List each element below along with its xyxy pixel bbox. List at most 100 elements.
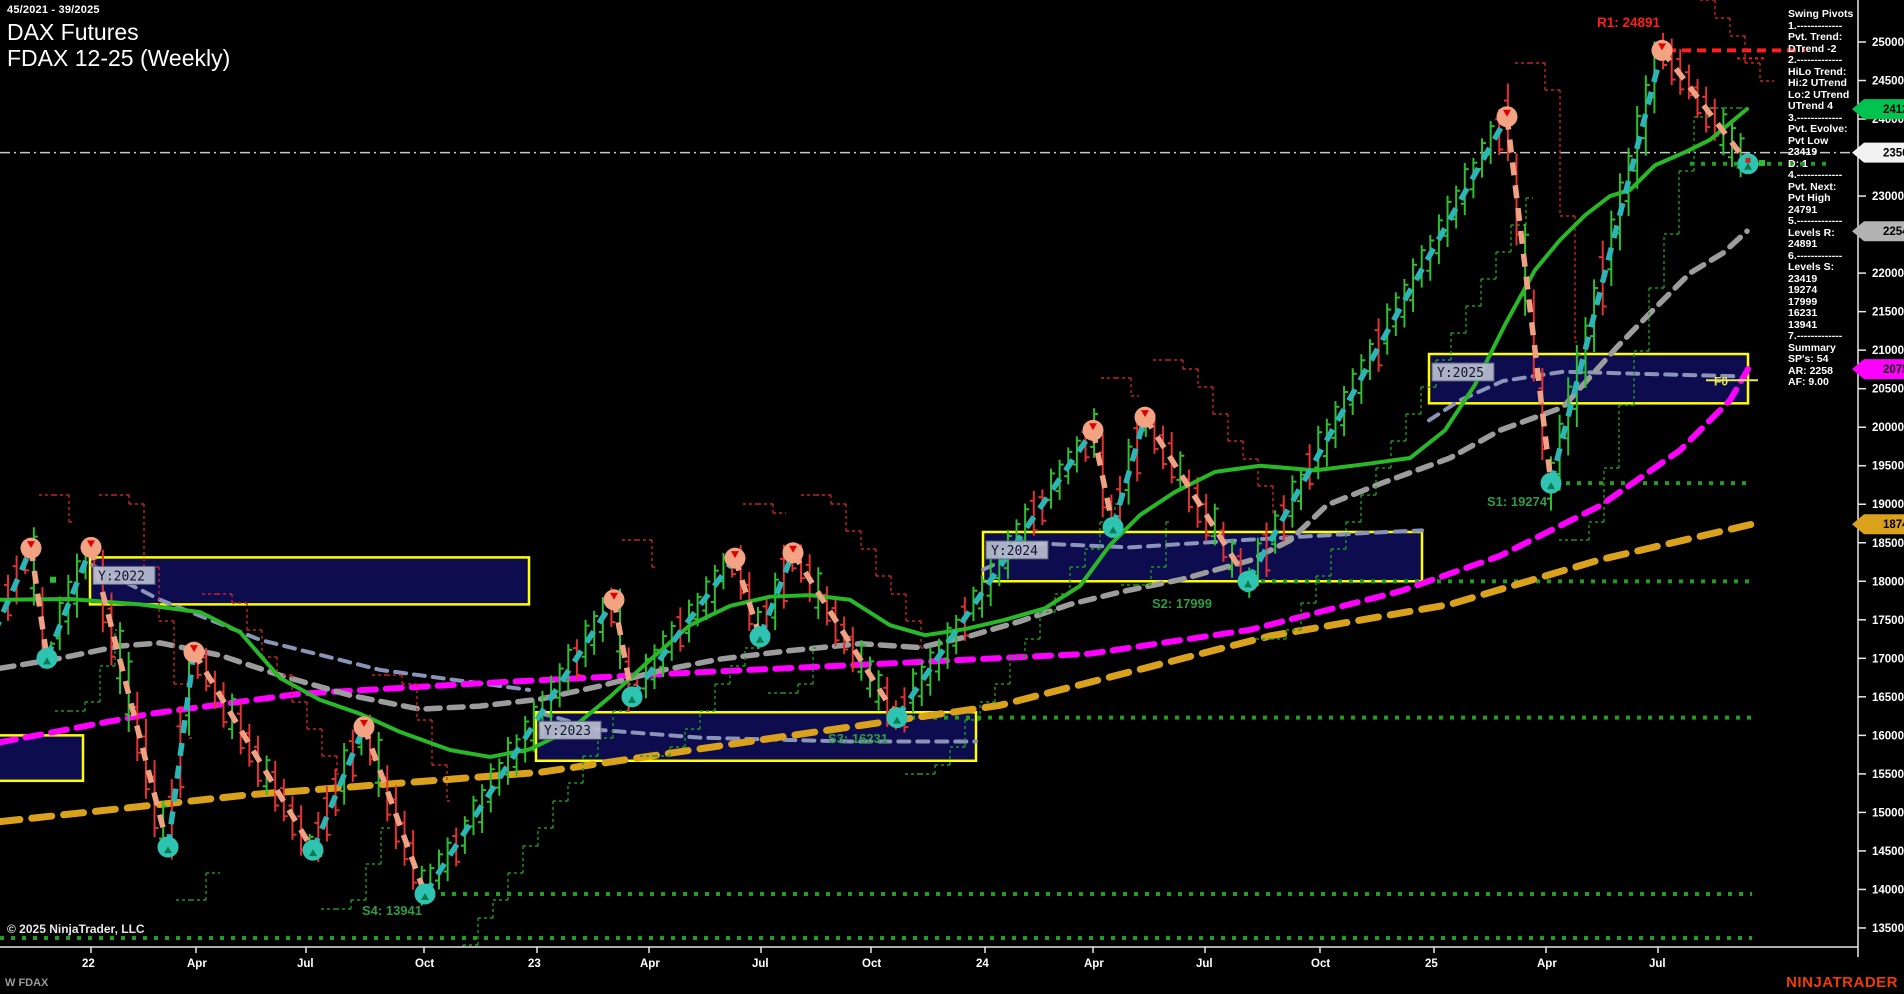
- price-tick-label: 19000: [1872, 499, 1904, 511]
- pivot-high-marker: [183, 641, 205, 663]
- trail-stop-down-steps: [39, 494, 73, 523]
- time-axis[interactable]: 22 Apr Jul Oct 23 Apr Jul Oct 24 Apr Jul Oct 25 Apr Ju…: [0, 946, 1858, 970]
- svg-text:18741: 18741: [1883, 519, 1904, 531]
- green-ma-line: [0, 107, 1749, 759]
- time-tick-label: 24: [976, 958, 989, 970]
- swing-leg-down: [790, 551, 900, 720]
- pivot-low-marker: [1540, 472, 1562, 494]
- f0-label: F0: [1714, 375, 1728, 389]
- price-tick-label: 18000: [1872, 576, 1904, 588]
- svg-text:Y:2023: Y:2023: [544, 724, 591, 739]
- price-tick-label: 16500: [1872, 692, 1904, 704]
- price-badge: 24128: [1852, 99, 1904, 120]
- pivot-low-marker: [886, 707, 908, 729]
- year-open-range-box: [88, 556, 531, 606]
- support-level-label: S1: 19274: [1487, 494, 1548, 509]
- workspace-tab-wfdax[interactable]: W FDAX: [5, 977, 48, 989]
- time-tick-label: Oct: [862, 958, 881, 970]
- resistance-level-label: R1: 24891: [1597, 15, 1661, 30]
- svg-text:Y:2024: Y:2024: [991, 544, 1038, 559]
- time-tick-label: Apr: [187, 958, 207, 970]
- trail-stop-down-steps: [1101, 377, 1139, 397]
- pivot-low-marker: [749, 626, 771, 648]
- price-tick-label: 14000: [1872, 884, 1904, 896]
- pivot-high-marker: [1651, 39, 1673, 61]
- price-badge: 20754: [1852, 359, 1904, 380]
- year-box-chip: Y:2023: [538, 720, 602, 740]
- trail-stop-down-steps: [801, 494, 923, 649]
- support-level-label: S2: 17999: [1152, 596, 1212, 611]
- time-tick-label: Jul: [752, 958, 769, 970]
- price-tick-label: 14500: [1872, 846, 1904, 858]
- price-chart[interactable]: S1: 19274 S2: 17999 S3: 16231 S4: 13941 R1: …: [0, 0, 1904, 994]
- support-level-label: S4: 13941: [362, 903, 422, 918]
- time-tick-label: 22: [82, 958, 95, 970]
- support-level-label: S3: 16231: [828, 731, 888, 746]
- price-tick-label: 25000: [1872, 37, 1904, 49]
- price-tick-label: 21000: [1872, 345, 1904, 357]
- price-badge: 23564: [1852, 142, 1904, 163]
- time-tick-label: 23: [528, 958, 541, 970]
- price-tick-label: 16000: [1872, 730, 1904, 742]
- swing-leg-up: [165, 651, 197, 848]
- pivot-high-marker: [782, 542, 804, 564]
- pivot-low-marker: [157, 836, 179, 858]
- swing-leg-down: [1659, 48, 1751, 166]
- trail-stop-down-steps: [99, 494, 194, 739]
- price-axis[interactable]: 2500024500240002300022000215002100020500…: [1852, 0, 1904, 957]
- price-tick-label: 13500: [1872, 923, 1904, 935]
- pivot-high-marker: [1496, 106, 1518, 128]
- price-tick-label: 18500: [1872, 538, 1904, 550]
- year-box-chip: Y:2022: [92, 565, 156, 585]
- price-tick-label: 22000: [1872, 268, 1904, 280]
- pivot-high-marker: [603, 589, 625, 611]
- time-tick-label: Apr: [1537, 958, 1557, 970]
- trail-stop-up-steps: [176, 872, 220, 901]
- svg-text:23564: 23564: [1883, 148, 1904, 160]
- plot-area: S1: 19274 S2: 17999 S3: 16231 S4: 13941 R1: …: [0, 0, 1858, 947]
- pivot-low-marker: [1737, 153, 1759, 175]
- price-tick-label: 19500: [1872, 461, 1904, 473]
- trail-stop-down-steps: [743, 503, 786, 514]
- svg-text:Y:2022: Y:2022: [98, 569, 145, 584]
- swing-leg-down: [361, 725, 428, 895]
- time-tick-label: Apr: [1084, 958, 1104, 970]
- time-tick-label: Oct: [1311, 958, 1330, 970]
- time-tick-label: 25: [1425, 958, 1438, 970]
- price-tick-label: 17500: [1872, 615, 1904, 627]
- time-tick-label: Apr: [640, 958, 660, 970]
- time-tick-label: Jul: [1196, 958, 1213, 970]
- time-tick-label: Jul: [297, 958, 314, 970]
- price-tick-label: 20000: [1872, 422, 1904, 434]
- price-tick-label: 23000: [1872, 191, 1904, 203]
- svg-text:22544: 22544: [1883, 226, 1904, 238]
- pivot-high-marker: [1134, 406, 1156, 428]
- swing-leg-down: [732, 557, 763, 638]
- signal-square: [1759, 159, 1765, 166]
- ninjatrader-chart-window: { "header": { "range_label": "45/2021 - …: [0, 0, 1904, 994]
- pivot-low-marker: [1102, 516, 1124, 538]
- time-tick-label: Jul: [1649, 958, 1666, 970]
- pivot-low-marker: [36, 647, 58, 669]
- trail-stop-down-steps: [622, 539, 658, 568]
- price-tick-label: 24500: [1872, 76, 1904, 88]
- price-tick-label: 15500: [1872, 769, 1904, 781]
- price-tick-label: 21500: [1872, 307, 1904, 319]
- pivot-high-marker: [724, 547, 746, 569]
- year-box-chip: Y:2024: [985, 540, 1049, 560]
- pivot-low-marker: [1237, 570, 1259, 592]
- swing-leg-up: [629, 556, 738, 699]
- pivot-high-marker: [1082, 419, 1104, 441]
- pivot-high-marker: [20, 537, 42, 559]
- swing-leg-up: [1245, 115, 1510, 583]
- pivot-low-marker: [302, 839, 324, 861]
- time-tick-label: Oct: [415, 958, 434, 970]
- magenta-ma-line: [0, 366, 1751, 746]
- ninjatrader-logo: NINJATRADER: [1786, 974, 1898, 991]
- pivot-high-marker: [353, 716, 375, 738]
- pivot-low-marker: [621, 686, 643, 708]
- year-box-chip: Y:2025: [1431, 362, 1495, 382]
- price-tick-label: 20500: [1872, 384, 1904, 396]
- svg-text:Y:2025: Y:2025: [1437, 366, 1484, 381]
- trail-stop-up-steps: [55, 629, 117, 712]
